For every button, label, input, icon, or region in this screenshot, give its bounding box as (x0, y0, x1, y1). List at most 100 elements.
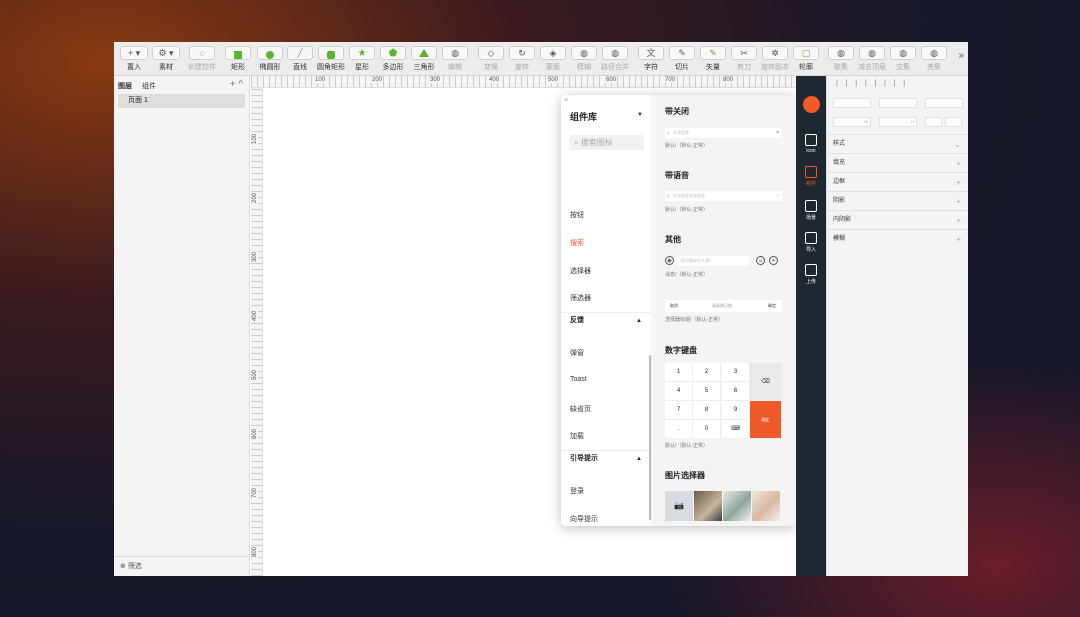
toolbar-text[interactable]: 文字符 (635, 46, 667, 74)
ruler-top-label: 200 (371, 77, 384, 83)
picker-title: 请选择日期 (712, 303, 732, 308)
plus-icon[interactable]: + (956, 230, 961, 249)
plus-icon[interactable]: + (956, 211, 961, 230)
page-item[interactable]: 页面 1 (118, 94, 245, 108)
flip-v-icon[interactable] (945, 117, 962, 127)
chevron-up-icon: ▲ (636, 318, 642, 324)
category-loading[interactable]: 加载 (570, 431, 584, 441)
plugin-icon-strip: icon 组件 场景 导入 上传 (796, 76, 826, 576)
library-search-input[interactable]: ⌕ 搜索图标 (570, 135, 644, 150)
toolbar-ellipse[interactable]: 椭圆形 (254, 46, 286, 74)
rotation-field[interactable] (925, 98, 963, 108)
toolbar-transform[interactable]: ◇ 变换 (475, 46, 507, 74)
toolbar-union[interactable]: ◍ 联集 (825, 46, 857, 74)
category-login[interactable]: 登录 (570, 486, 584, 496)
plus-icon[interactable]: + (956, 192, 961, 211)
category-selector[interactable]: 选择器 (570, 266, 591, 276)
keyboard-icon: ⌨ (722, 420, 750, 439)
toolbar-path-merge[interactable]: ◍ 路径合并 (599, 46, 631, 74)
section-title: 图片选择器 (665, 471, 705, 480)
x-field[interactable] (833, 98, 871, 108)
category-search[interactable]: 搜索 (570, 238, 584, 248)
rectangle-icon (234, 50, 242, 59)
style-selector[interactable]: 样式 ⌄ (827, 134, 968, 153)
blur-row[interactable]: 模糊 + (827, 229, 968, 248)
toolbar-insert[interactable]: + ▾ 置入 (118, 46, 150, 74)
section-title: 数字键盘 (665, 346, 697, 355)
width-field[interactable]: W (833, 117, 871, 127)
toolbar-vector[interactable]: ✎ 矢量 (697, 46, 729, 74)
category-filter[interactable]: 筛选器 (570, 293, 591, 303)
border-row[interactable]: 边框 + (827, 172, 968, 191)
inner-shadow-row[interactable]: 内阴影 + (827, 210, 968, 229)
toolbar-subtract[interactable]: ◍ 减去顶层 (856, 46, 888, 74)
category-dialog[interactable]: 弹窗 (570, 348, 584, 358)
add-page-icon[interactable]: + ^ (230, 79, 243, 90)
grid-icon (805, 134, 817, 146)
category-wizard[interactable]: 向导提示 (570, 514, 598, 524)
group-feedback[interactable]: 反馈 ▲ (561, 312, 652, 328)
toolbar-difference[interactable]: ◍ 差集 (918, 46, 950, 74)
category-toast[interactable]: Toast (570, 376, 587, 383)
toolbar-mask[interactable]: ◈ 蒙版 (537, 46, 569, 74)
tab-layers[interactable]: 图层 (118, 83, 132, 90)
plugin-logo[interactable] (803, 96, 820, 113)
star-icon: ★ (357, 47, 367, 59)
ruler-top: 100 200 300 400 500 600 700 800 (251, 76, 796, 88)
category-empty-page[interactable]: 缺省页 (570, 404, 591, 414)
strip-scenes[interactable]: 场景 (796, 200, 826, 221)
toolbar-blur[interactable]: ◍ 模糊 (568, 46, 600, 74)
filter-bar[interactable]: ⊕ 筛选 (114, 556, 250, 576)
toolbar-assets[interactable]: ⚙ ▾ 素材 (150, 46, 182, 74)
tab-components[interactable]: 组件 (142, 83, 156, 90)
toolbar-polygon[interactable]: ⬟ 多边形 (377, 46, 409, 74)
image-picker[interactable]: 📷 (665, 491, 782, 521)
close-icon[interactable]: × (564, 97, 568, 104)
align-icons[interactable]: ┃┃┃┃┃┃┃┃ (827, 76, 968, 92)
ruler-left-label: 100 (252, 132, 259, 146)
strip-components[interactable]: 组件 (796, 166, 826, 187)
y-field[interactable] (879, 98, 917, 108)
group-guide[interactable]: 引导提示 ▲ (561, 450, 652, 466)
inspector-panel: ┃┃┃┃┃┃┃┃ W H 样式 ⌄ 填充 + 边框 + 阴影 + 内阴影 + 模糊 + (826, 76, 968, 576)
toolbar-scissors[interactable]: ✂ 剪刀 (728, 46, 760, 74)
strip-upload[interactable]: 上传 (796, 264, 826, 285)
preview-search-with-voice[interactable]: ⌕ 文本信息文本信息 ◦ (665, 191, 782, 201)
height-field[interactable]: H (879, 117, 917, 127)
toolbar-line[interactable]: ╱ 直线 (284, 46, 316, 74)
toolbar-create-control[interactable]: ◌ 创建控件 (186, 46, 218, 74)
library-scrollbar[interactable] (649, 355, 651, 520)
chevron-down-icon[interactable]: ▼ (637, 112, 643, 118)
preview-picker-header[interactable]: 取消 请选择日期 确定 (665, 300, 782, 312)
image-thumbnail (752, 491, 780, 521)
preview-search-with-close[interactable]: ⌕ 文本信息 × (665, 128, 782, 138)
strip-import[interactable]: 导入 (796, 232, 826, 253)
plus-icon[interactable]: + (956, 154, 961, 173)
key: 4 (665, 382, 693, 401)
toolbar-star[interactable]: ★ 星形 (346, 46, 378, 74)
toolbar-slice[interactable]: ✎ 切片 (666, 46, 698, 74)
preview-message-bar[interactable]: ◉ 您对我有什么想? ☺ + (665, 255, 782, 267)
toolbar-rotate-copy[interactable]: ✲ 旋转副本 (759, 46, 791, 74)
toolbar-intersect[interactable]: ◍ 交集 (887, 46, 919, 74)
numeric-keypad[interactable]: 1 2 3 4 5 6 7 8 9 . 0 ⌨ ⌫ 确定 (665, 363, 782, 439)
plus-icon[interactable]: + (956, 173, 961, 192)
toolbar-rotate[interactable]: ↻ 旋转 (506, 46, 538, 74)
toolbar-rectangle[interactable]: 矩形 (222, 46, 254, 74)
search-icon: ⌕ (667, 193, 670, 199)
shadow-row[interactable]: 阴影 + (827, 191, 968, 210)
toolbar-triangle[interactable]: 三角形 (408, 46, 440, 74)
fill-row[interactable]: 填充 + (827, 153, 968, 172)
toolbar-overflow-icon[interactable]: » (958, 50, 964, 61)
strip-icon[interactable]: icon (796, 134, 826, 154)
key: 8 (693, 401, 721, 420)
toolbar-rounded-rect[interactable]: 圆角矩形 (315, 46, 347, 74)
category-button[interactable]: 按钮 (570, 210, 584, 220)
ruler-top-label: 400 (488, 77, 501, 83)
flip-h-icon[interactable] (925, 117, 942, 127)
key: 0 (693, 420, 721, 439)
ruler-left: 100 200 300 400 500 600 700 800 (251, 88, 263, 576)
toolbar-edit[interactable]: ◍ 编辑 (439, 46, 471, 74)
emoji-icon: ☺ (756, 256, 765, 265)
toolbar-outline[interactable]: ▢ 轮廓 (790, 46, 822, 74)
